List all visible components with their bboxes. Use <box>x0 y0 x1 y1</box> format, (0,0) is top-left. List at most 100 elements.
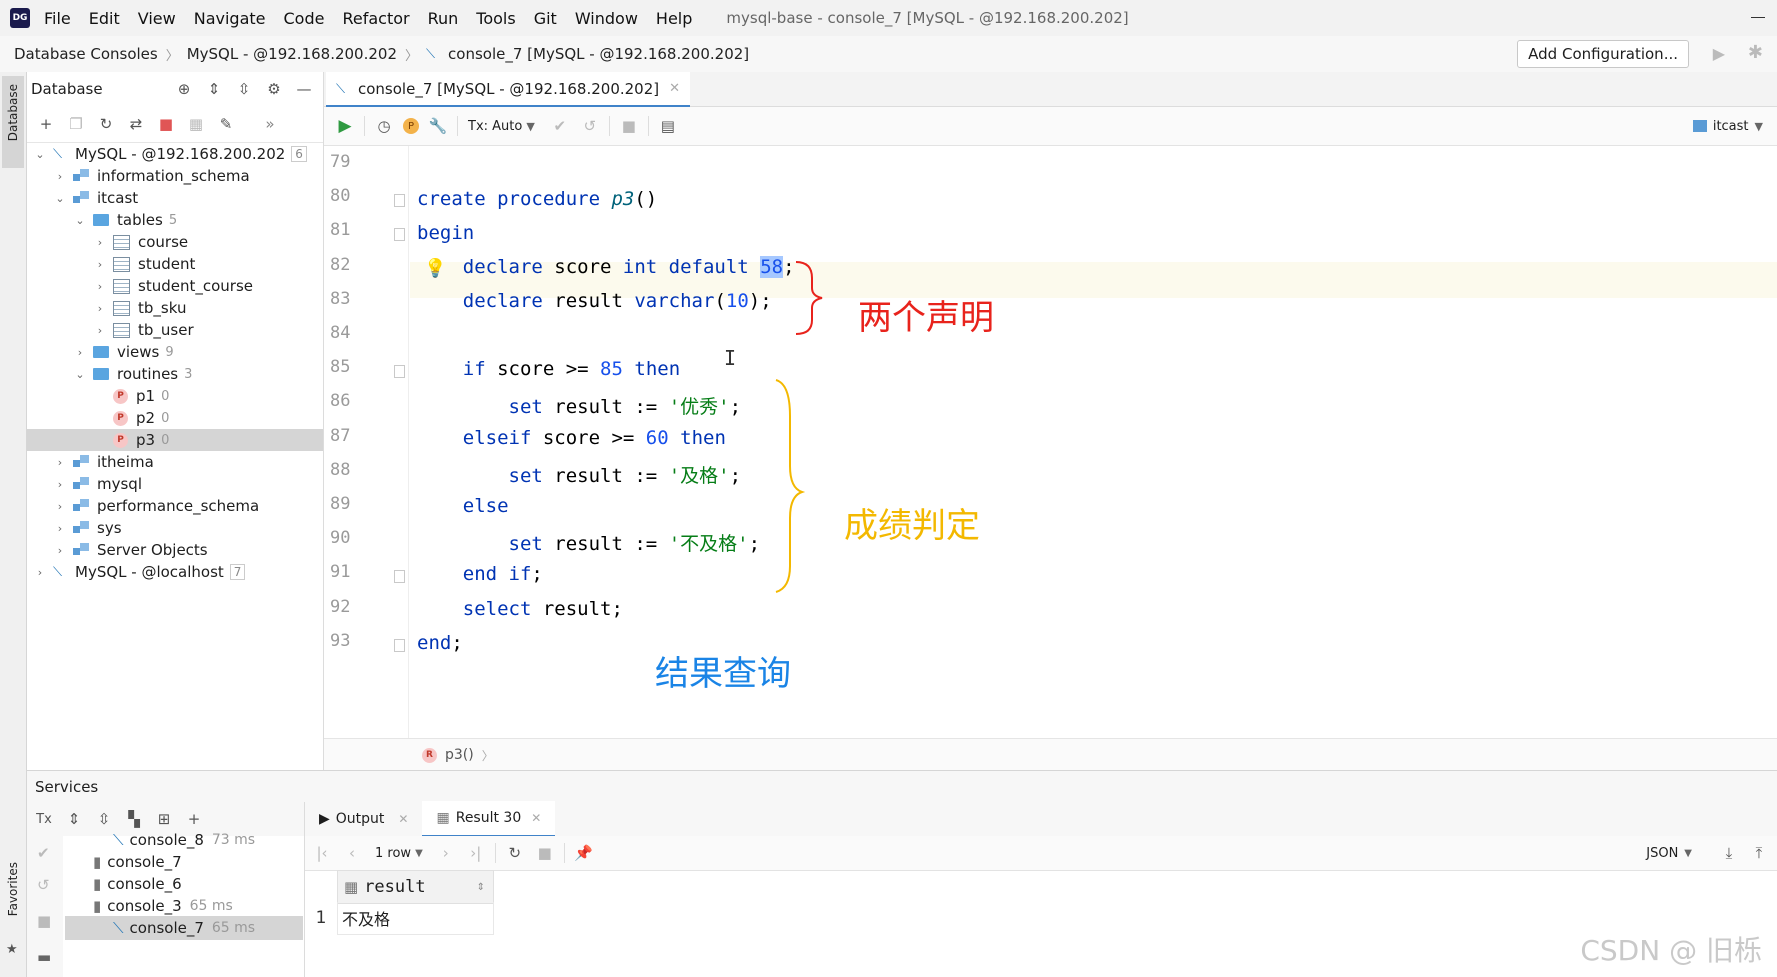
transaction-mode-select[interactable]: Tx: Auto <box>468 119 522 134</box>
add-icon[interactable]: + <box>35 113 57 135</box>
tree-item-sys[interactable]: › sys <box>27 517 323 539</box>
service-item-console-7[interactable]: ▮ console_7 <box>65 850 303 874</box>
tree-item-server-objects[interactable]: › Server Objects <box>27 539 323 561</box>
tree-item-mysql[interactable]: › mysql <box>27 473 323 495</box>
fold-icon[interactable] <box>394 194 405 208</box>
tree-item-student[interactable]: › student <box>27 253 323 275</box>
collapse-all-icon[interactable]: ⇳ <box>233 78 255 100</box>
chevron-right-icon[interactable]: › <box>53 478 67 491</box>
more-icon[interactable]: » <box>259 113 281 135</box>
gear-icon[interactable]: ⚙ <box>263 78 285 100</box>
chevron-right-icon[interactable]: › <box>93 236 107 249</box>
menu-edit[interactable]: Edit <box>89 9 120 28</box>
settings-wrench-icon[interactable]: 🔧 <box>427 115 449 137</box>
schema-select[interactable]: itcast <box>1713 119 1749 134</box>
rollback-icon[interactable]: ↺ <box>579 115 601 137</box>
menu-help[interactable]: Help <box>656 9 692 28</box>
menu-run[interactable]: Run <box>428 9 459 28</box>
layout-icon[interactable]: ▬ <box>37 948 51 966</box>
chevron-down-icon[interactable]: ⌄ <box>73 214 87 227</box>
tree-item-itcast[interactable]: ⌄ itcast <box>27 187 323 209</box>
collapse-all-icon[interactable]: ⇳ <box>93 808 115 830</box>
previous-page-icon[interactable]: ‹ <box>341 842 363 864</box>
service-item-console-6[interactable]: ▮ console_6 <box>65 872 303 896</box>
tree-item-p3[interactable]: Pp3 0 <box>27 429 323 451</box>
upload-icon[interactable]: ⤒ <box>1748 842 1770 864</box>
fold-icon[interactable] <box>394 570 405 584</box>
chevron-right-icon[interactable]: › <box>93 280 107 293</box>
tree-item-mysql-192-168-200-202[interactable]: ⌄ ⟍ MySQL - @192.168.200.202 6 <box>27 143 323 165</box>
tab-output[interactable]: ▶ Output ✕ <box>305 802 422 836</box>
close-tab-icon[interactable]: ✕ <box>669 81 680 96</box>
result-cell[interactable]: 不及格 <box>337 902 494 935</box>
menu-file[interactable]: File <box>44 9 71 28</box>
tree-item-tb-sku[interactable]: › tb_sku <box>27 297 323 319</box>
chevron-down-icon[interactable]: ⌄ <box>33 148 47 161</box>
table-icon[interactable]: ▦ <box>185 113 207 135</box>
tab-console-7[interactable]: ⟍ console_7 [MySQL - @192.168.200.202] ✕ <box>326 72 691 108</box>
chevron-right-icon[interactable]: › <box>93 324 107 337</box>
tree-item-p2[interactable]: Pp2 0 <box>27 407 323 429</box>
undo-icon[interactable]: ↺ <box>37 876 50 894</box>
code-editor[interactable]: create procedure p3() begin declare scor… <box>410 146 1777 738</box>
fold-icon[interactable] <box>394 365 405 379</box>
download-icon[interactable]: ⤓ <box>1718 842 1740 864</box>
execute-icon[interactable]: ▶ <box>334 115 356 137</box>
menu-window[interactable]: Window <box>575 9 638 28</box>
close-tab-icon[interactable]: ✕ <box>398 812 408 826</box>
menu-tools[interactable]: Tools <box>476 9 515 28</box>
duplicate-icon[interactable]: ❐ <box>65 113 87 135</box>
menu-code[interactable]: Code <box>284 9 325 28</box>
output-layout-icon[interactable]: ▤ <box>657 115 679 137</box>
menu-refactor[interactable]: Refactor <box>342 9 409 28</box>
add-configuration-button[interactable]: Add Configuration... <box>1517 40 1689 68</box>
tree-item-performance-schema[interactable]: › performance_schema <box>27 495 323 517</box>
star-icon[interactable]: ★ <box>6 942 18 957</box>
lightbulb-icon[interactable]: 💡 <box>424 258 446 279</box>
chevron-down-icon[interactable]: ⌄ <box>73 368 87 381</box>
tree-item-tables[interactable]: ⌄ tables 5 <box>27 209 323 231</box>
tree-item-itheima[interactable]: › itheima <box>27 451 323 473</box>
first-page-icon[interactable]: |‹ <box>311 842 333 864</box>
database-tool-window-button[interactable]: Database <box>2 76 24 168</box>
stop-icon[interactable]: ■ <box>37 912 51 930</box>
current-procedure-breadcrumb[interactable]: p3() <box>445 747 474 763</box>
tab-result-30[interactable]: ▦ Result 30 ✕ <box>422 801 556 837</box>
new-tab-icon[interactable]: ⊞ <box>153 808 175 830</box>
commit-icon[interactable]: ✔ <box>549 115 571 137</box>
schema-sync-icon[interactable]: ⇄ <box>125 113 147 135</box>
tx-icon[interactable]: Tx <box>33 808 55 830</box>
breadcrumb-connection[interactable]: MySQL - @192.168.200.202 <box>187 45 397 63</box>
fold-icon[interactable] <box>394 228 405 242</box>
last-page-icon[interactable]: ›| <box>465 842 487 864</box>
breadcrumb-console[interactable]: console_7 [MySQL - @192.168.200.202] <box>448 45 749 63</box>
run-icon[interactable]: ▶ <box>1713 44 1725 63</box>
minimize-panel-icon[interactable]: — <box>293 78 315 100</box>
tree-item-tb-user[interactable]: › tb_user <box>27 319 323 341</box>
debug-icon[interactable]: ✱ <box>1748 42 1763 63</box>
tree-item-views[interactable]: › views 9 <box>27 341 323 363</box>
chevron-right-icon[interactable]: › <box>93 258 107 271</box>
service-item-console-7[interactable]: ⟍ console_7 65 ms <box>65 916 303 940</box>
service-item-console-8[interactable]: ⟍ console_8 73 ms <box>65 828 303 852</box>
add-icon[interactable]: + <box>183 808 205 830</box>
menu-git[interactable]: Git <box>534 9 557 28</box>
chevron-right-icon[interactable]: › <box>53 500 67 513</box>
next-page-icon[interactable]: › <box>435 842 457 864</box>
explain-plan-icon[interactable]: P <box>403 118 419 134</box>
fold-icon[interactable] <box>394 638 405 652</box>
chevron-down-icon[interactable]: ⌄ <box>53 192 67 205</box>
chevron-right-icon[interactable]: › <box>53 456 67 469</box>
refresh-icon[interactable]: ↻ <box>95 113 117 135</box>
service-item-console-3[interactable]: ▮ console_3 65 ms <box>65 894 303 918</box>
check-icon[interactable]: ✔ <box>37 844 50 862</box>
chevron-right-icon[interactable]: › <box>53 170 67 183</box>
chevron-right-icon[interactable]: › <box>93 302 107 315</box>
menu-navigate[interactable]: Navigate <box>194 9 266 28</box>
sort-icon[interactable]: ⇕ <box>477 882 485 893</box>
tree-item-student-course[interactable]: › student_course <box>27 275 323 297</box>
tree-item-mysql-localhost[interactable]: › ⟍ MySQL - @localhost 7 <box>27 561 323 583</box>
expand-all-icon[interactable]: ⇕ <box>63 808 85 830</box>
stop-icon[interactable]: ■ <box>155 113 177 135</box>
stop-icon[interactable]: ■ <box>534 842 556 864</box>
